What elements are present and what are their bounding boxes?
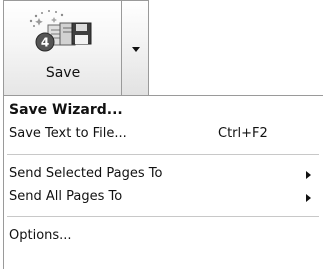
save-dropdown-menu: Save Wizard... Save Text to File... Ctrl…: [3, 95, 323, 269]
save-button[interactable]: 4 Save: [3, 0, 121, 96]
save-split-button: 4 Save: [3, 0, 149, 96]
menu-item-save-wizard[interactable]: Save Wizard...: [4, 101, 322, 123]
menu-item-send-selected-pages-to[interactable]: Send Selected Pages To: [4, 164, 322, 186]
menu-item-label: Send All Pages To: [9, 189, 123, 204]
chevron-right-icon: [306, 194, 311, 202]
chevron-down-icon: [132, 47, 140, 52]
menu-item-options[interactable]: Options...: [4, 226, 322, 248]
chevron-right-icon: [306, 171, 311, 179]
save-toolbar-area: 4 Save Save Wizard... Save Text to File.…: [0, 0, 323, 269]
menu-item-label: Save Wizard...: [9, 102, 123, 118]
save-dropdown-button[interactable]: [121, 0, 149, 96]
menu-separator: [7, 216, 319, 217]
menu-item-label: Save Text to File...: [9, 126, 127, 141]
menu-item-save-text-to-file[interactable]: Save Text to File... Ctrl+F2: [4, 124, 322, 146]
menu-item-label: Options...: [9, 228, 72, 243]
menu-item-shortcut: Ctrl+F2: [218, 126, 268, 141]
menu-item-label: Send Selected Pages To: [9, 166, 163, 181]
menu-separator: [7, 154, 319, 155]
save-button-label: Save: [45, 65, 81, 81]
save-wizard-icon: 4: [29, 10, 92, 52]
menu-item-send-all-pages-to[interactable]: Send All Pages To: [4, 187, 322, 209]
save-badge-number: 4: [41, 36, 49, 50]
